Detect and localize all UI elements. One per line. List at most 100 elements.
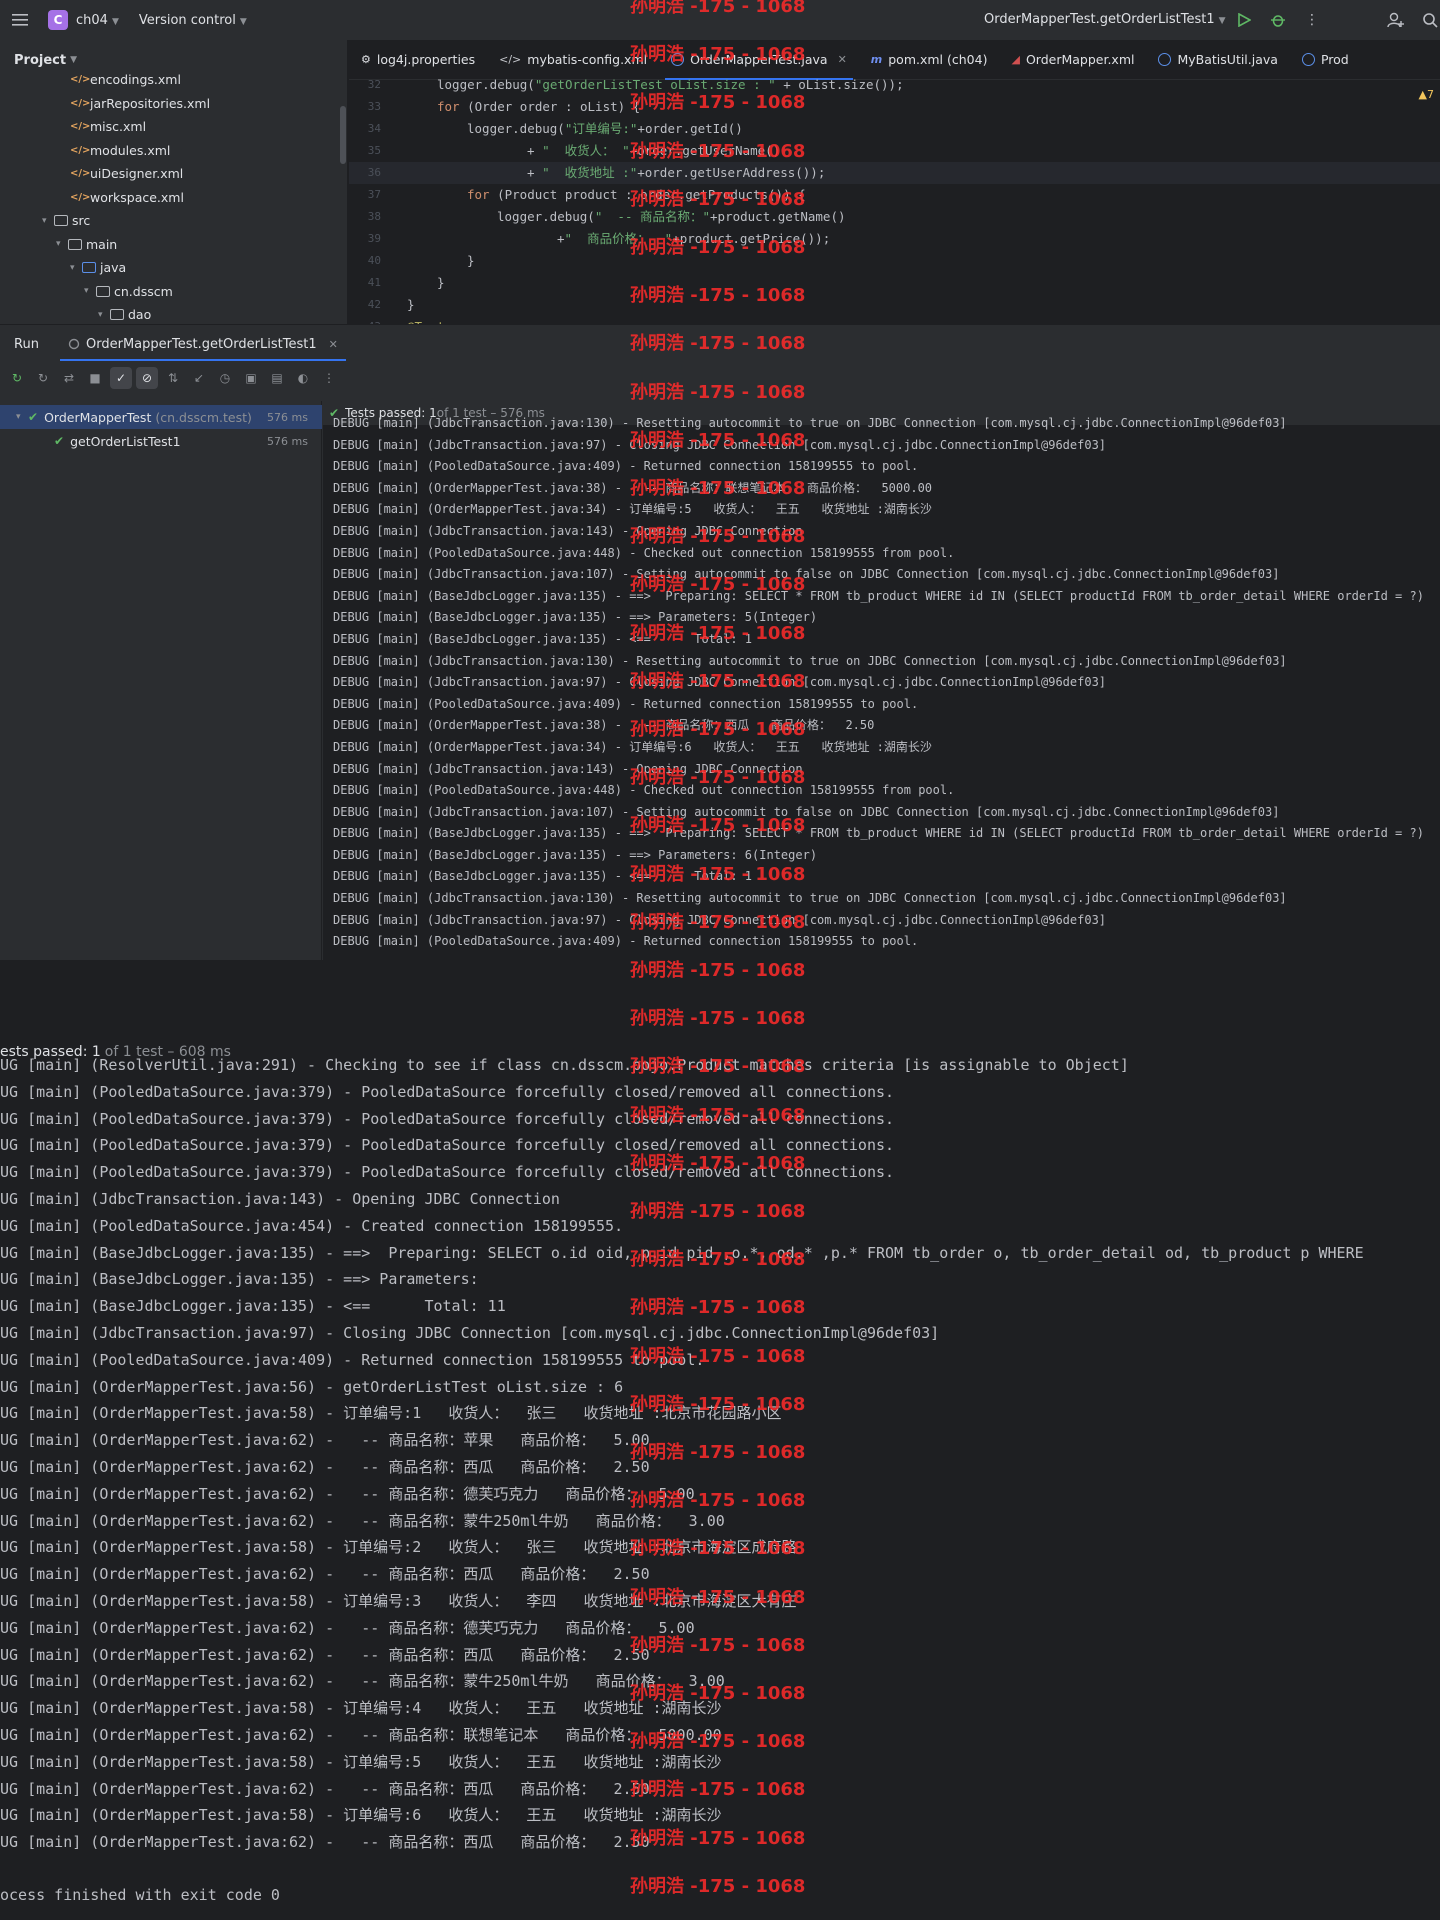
code-text: + " 收货人： "+order.getUserName() [527,140,780,162]
line-number: 34 [367,122,381,135]
import-icon: ↙ [193,371,205,385]
more-vertical-icon: ⋮ [323,371,335,385]
add-user-button[interactable] [1386,10,1406,30]
code-line[interactable]: 42} [349,294,1440,316]
run-tab[interactable]: OrderMapperTest.getOrderListTest1 ✕ [56,325,350,363]
close-icon[interactable]: ✕ [329,338,338,351]
chevron-down-icon[interactable]: ▾ [16,412,28,422]
code-line[interactable]: 37 for (Product product : order.getProduc… [349,184,1440,206]
log-line: UG [main] (OrderMapperTest.java:58) - 订单… [0,1699,722,1718]
show-passed-button[interactable]: ✓ [110,367,132,389]
code-line[interactable]: 38 logger.debug(" -- 商品名称："+product.getNa… [349,206,1440,228]
log-line: UG [main] (OrderMapperTest.java:62) - --… [0,1725,722,1744]
tree-item[interactable]: ▾ src [42,209,90,233]
code-line[interactable]: 36 + " 收货地址 :"+order.getUserAddress()); [349,162,1440,184]
project-scrollbar[interactable] [340,106,346,164]
code-text: for (Product product : order.getProducts… [467,184,806,206]
code-line[interactable]: 43 @Test [349,316,1440,324]
tree-item[interactable]: ▾ cn.dsscm [84,280,173,304]
tree-item[interactable]: </> jarRepositories.xml [70,92,210,116]
chevron-down-icon[interactable]: ▾ [56,239,68,249]
check-icon: ✓ [115,371,127,385]
log-line: DEBUG [main] (BaseJdbcLogger.java:135) -… [333,588,1424,603]
code-text: logger.debug(" -- 商品名称："+product.getName… [497,206,846,228]
code-text: @Test [407,316,445,324]
line-number: 42 [367,298,381,311]
search-button[interactable] [1420,10,1440,30]
code-token: " -- 商品名称：" [594,209,711,224]
project-selector[interactable]: ch04 ▼ [76,13,119,28]
code-text: +" 商品价格： "+product.getPrice()); [557,228,830,250]
code-line[interactable]: 34 logger.debug("订单编号:"+order.getId() [349,118,1440,140]
code-line[interactable]: 40} [349,250,1440,272]
tree-item[interactable]: </> modules.xml [70,139,170,163]
version-control-menu[interactable]: Version control ▼ [139,13,247,28]
code-token: +product.getPrice()); [672,231,831,246]
code-area[interactable]: 32 logger.debug("getOrderListTest oList.s… [349,77,1440,324]
import-tests-button[interactable]: ↙ [188,367,210,389]
clock-icon: ◷ [219,371,231,385]
screenshot-button[interactable]: ▣ [240,367,262,389]
tree-item[interactable]: </> encodings.xml [70,68,181,92]
rerun-failed-button[interactable]: ↻ [32,367,54,389]
main-menu-button[interactable] [0,0,40,40]
chevron-down-icon[interactable]: ▾ [84,286,96,296]
lower-console-output[interactable]: UG [main] (ResolverUtil.java:291) - Chec… [0,1056,1440,1856]
code-text: } [467,250,475,272]
rerun-button[interactable]: ↻ [6,367,28,389]
log-line: UG [main] (BaseJdbcLogger.java:135) - ==… [0,1270,488,1289]
show-ignored-button[interactable]: ⊘ [136,367,158,389]
tree-item[interactable]: ▾ main [56,233,117,257]
debug-button[interactable] [1268,10,1288,30]
xml-file-icon: </> [70,97,91,109]
chevron-down-icon[interactable]: ▾ [70,263,82,273]
tree-item[interactable]: ▾ dao [98,303,151,324]
run-toolbar: ↻ ↻ ⇄ ■ ✓ ⊘ ⇅ ↙ ◷ ▣ ▤ ◐ ⋮ [0,363,1440,393]
chevron-down-icon[interactable]: ▾ [98,310,110,320]
bug-icon [1271,15,1285,27]
code-line[interactable]: 33 for (Order order : oList) { [349,96,1440,118]
code-line[interactable]: 32 logger.debug("getOrderListTest oList.s… [349,74,1440,96]
tree-item[interactable]: ▾ java [70,256,126,280]
line-number: 37 [367,188,381,201]
console-output[interactable]: DEBUG [main] (JdbcTransaction.java:130) … [333,416,1440,953]
rerun-icon: ↻ [11,371,23,385]
log-line: UG [main] (BaseJdbcLogger.java:135) - ==… [0,1243,1364,1262]
watermark: 孙明浩 -175 - 1068 [630,1875,806,1897]
history-button[interactable]: ◷ [214,367,236,389]
code-token: for [467,187,498,202]
class-icon [1301,53,1315,66]
log-line: UG [main] (OrderMapperTest.java:58) - 订单… [0,1538,797,1557]
tree-item-label: cn.dsscm [114,283,173,299]
coverage-button[interactable]: ◐ [292,367,314,389]
log-line: UG [main] (OrderMapperTest.java:62) - --… [0,1484,695,1503]
more-vertical-icon: ⋮ [1305,12,1319,28]
test-duration: 576 ms [267,434,308,448]
log-line: DEBUG [main] (JdbcTransaction.java:143) … [333,523,803,538]
toggle-auto-test-button[interactable]: ⇄ [58,367,80,389]
project-panel-title: Project [14,52,67,68]
folder-icon [54,215,68,227]
tree-item[interactable]: </> misc.xml [70,115,146,139]
test-node[interactable]: ✔ getOrderListTest1 576 ms [0,429,322,453]
run-button[interactable] [1234,10,1254,30]
xml-file-icon: </> [70,191,91,203]
line-number: 33 [367,100,381,113]
log-line: UG [main] (OrderMapperTest.java:62) - --… [0,1833,650,1852]
tree-item[interactable]: </> uiDesigner.xml [70,162,183,186]
stop-button[interactable]: ■ [84,367,106,389]
export-button[interactable]: ▤ [266,367,288,389]
run-config-selector[interactable]: OrderMapperTest.getOrderListTest1 ▼ [984,12,1226,27]
code-line[interactable]: 39 +" 商品价格： "+product.getPrice()); [349,228,1440,250]
tree-item[interactable]: </> workspace.xml [70,186,184,210]
log-line: DEBUG [main] (PooledDataSource.java:409)… [333,934,919,949]
close-icon[interactable]: ✕ [838,53,847,66]
sort-button[interactable]: ⇅ [162,367,184,389]
test-node[interactable]: ▾ ✔ OrderMapperTest (cn.dsscm.test) 576 ms [0,405,322,429]
package-icon [110,309,124,321]
code-line[interactable]: 41} [349,272,1440,294]
code-line[interactable]: 35 + " 收货人： "+order.getUserName() [349,140,1440,162]
more-button[interactable]: ⋮ [318,367,340,389]
more-actions-button[interactable]: ⋮ [1302,10,1322,30]
chevron-down-icon[interactable]: ▾ [42,216,54,226]
